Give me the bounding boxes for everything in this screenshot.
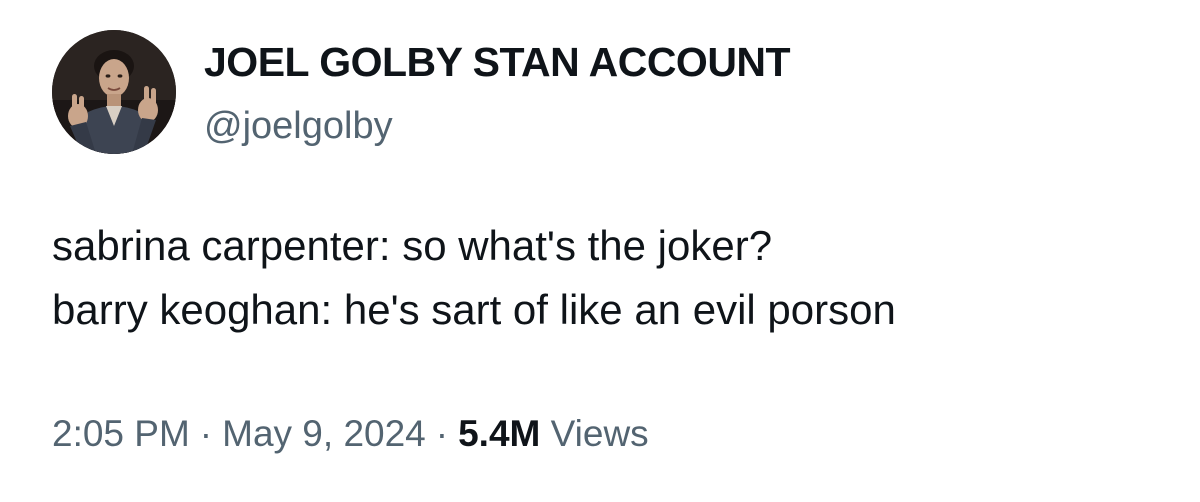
separator-dot: · [199, 413, 213, 454]
tweet-card: JOEL GOLBY STAN ACCOUNT @joelgolby sabri… [0, 0, 1200, 502]
user-handle[interactable]: @joelgolby [204, 104, 393, 148]
tweet-date[interactable]: May 9, 2024 [222, 413, 426, 454]
avatar[interactable] [52, 30, 176, 154]
views-label: Views [550, 413, 649, 454]
tweet-time[interactable]: 2:05 PM [52, 413, 190, 454]
tweet-text: sabrina carpenter: so what's the joker? … [52, 214, 896, 342]
tweet-metadata: 2:05 PM · May 9, 2024 · 5.4M Views [52, 412, 649, 456]
profile-photo-icon [52, 30, 176, 154]
views-count: 5.4M [458, 413, 541, 454]
display-name[interactable]: JOEL GOLBY STAN ACCOUNT [204, 38, 791, 86]
tweet-text-line-1: sabrina carpenter: so what's the joker? [52, 222, 773, 269]
tweet-text-line-2: barry keoghan: he's sart of like an evil… [52, 286, 896, 333]
separator-dot: · [435, 413, 449, 454]
